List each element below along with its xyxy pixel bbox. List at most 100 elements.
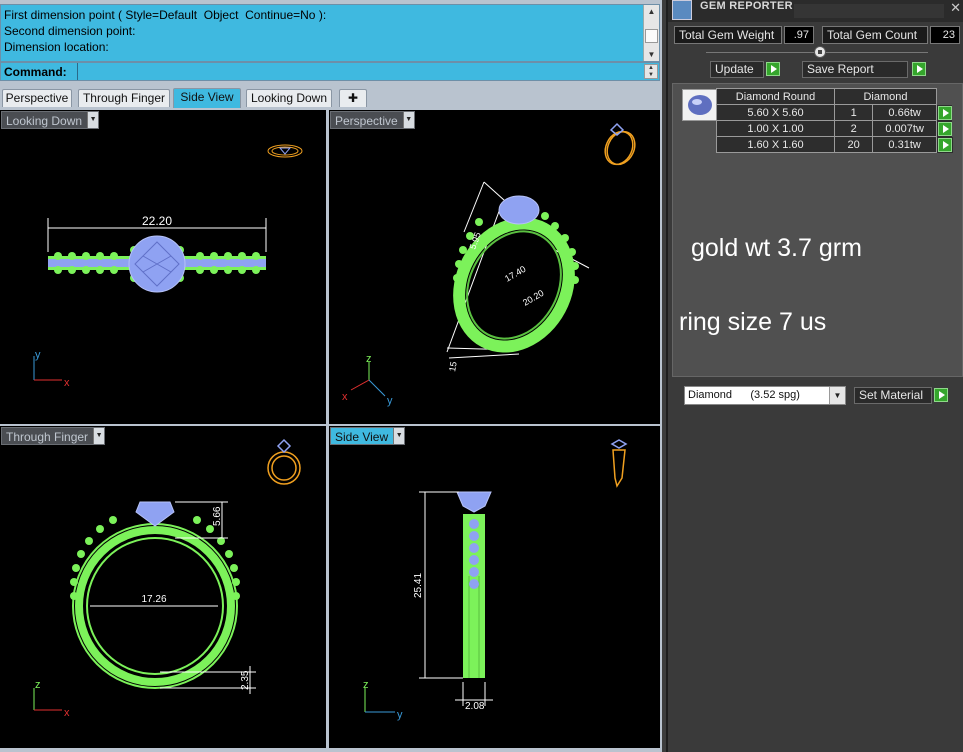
- command-input[interactable]: [77, 63, 643, 80]
- tab-through-finger[interactable]: Through Finger: [78, 89, 170, 107]
- material-select-value: Diamond (3.52 spg): [688, 389, 800, 401]
- axis-icon: [364, 688, 395, 713]
- history-scrollbar[interactable]: ▲ ▼: [643, 5, 659, 61]
- tab-side-view[interactable]: Side View: [173, 88, 241, 108]
- viewport-looking-down[interactable]: 22.20 y x Looking Down ▼: [0, 110, 326, 424]
- tab-looking-down[interactable]: Looking Down: [246, 89, 332, 107]
- center-diamond: [456, 491, 492, 513]
- axis-label-x: x: [342, 391, 348, 403]
- looking-down-drawing: 22.20 y x: [33, 144, 303, 389]
- set-material-button[interactable]: Set Material: [854, 387, 932, 404]
- command-history[interactable]: First dimension point ( Style=Default Ob…: [0, 4, 660, 62]
- side-view-drawing: 25.41 2.08 z y: [363, 439, 628, 721]
- gem-weight-cell: 0.66tw: [872, 104, 937, 121]
- axis-icon: [33, 688, 62, 711]
- axis-icon: [350, 362, 386, 397]
- diamond-thumbnail-icon: [688, 95, 712, 115]
- dimension-label: 22.20: [142, 214, 172, 228]
- save-report-play-icon[interactable]: [912, 62, 926, 76]
- axis-label-x: x: [64, 377, 70, 389]
- ring-preview-icon: [604, 122, 636, 166]
- viewport-perspective[interactable]: 17.40 20.20 5.95 15 z x y Perspective ▼: [329, 110, 660, 424]
- dimension-label: 17.40: [503, 264, 528, 284]
- ring-preview-icon: [610, 439, 628, 488]
- column-header-material: Diamond: [834, 88, 937, 105]
- scroll-thumb[interactable]: [645, 29, 658, 43]
- command-spin-icon[interactable]: ▲ ▼: [644, 64, 658, 79]
- history-line: First dimension point ( Style=Default Ob…: [4, 8, 327, 22]
- viewport-title[interactable]: Perspective ▼: [330, 111, 415, 129]
- viewport-title-label: Perspective: [335, 114, 398, 128]
- table-row[interactable]: 1.00 X 1.00 2 0.007tw: [716, 120, 953, 137]
- total-gem-weight-label: Total Gem Weight: [674, 26, 782, 44]
- dimension-label: 15: [447, 361, 459, 373]
- add-tab-icon[interactable]: ✚: [339, 89, 367, 107]
- row-select-button[interactable]: [936, 120, 953, 137]
- gem-reporter-header: GEM REPORTER ✕: [668, 0, 963, 22]
- update-play-icon[interactable]: [766, 62, 780, 76]
- dropdown-arrow-icon[interactable]: ▼: [402, 112, 414, 128]
- table-row[interactable]: 1.60 X 1.60 20 0.31tw: [716, 136, 953, 153]
- set-material-play-icon[interactable]: [934, 388, 948, 402]
- center-diamond: [498, 195, 540, 225]
- perspective-drawing: 17.40 20.20 5.95 15 z x y: [342, 122, 636, 407]
- viewport-side-view[interactable]: 25.41 2.08 z y Side View ▼: [329, 426, 660, 748]
- chevron-down-icon[interactable]: ▼: [829, 387, 845, 404]
- tab-perspective[interactable]: Perspective: [2, 89, 72, 107]
- command-history-lines: First dimension point ( Style=Default Ob…: [4, 7, 326, 55]
- gem-thumbnail[interactable]: [682, 89, 718, 121]
- gem-weight-cell: 0.31tw: [872, 136, 937, 153]
- viewport-title-label: Through Finger: [6, 430, 89, 444]
- viewport-title[interactable]: Side View ▼: [330, 427, 406, 445]
- gold-weight-note: gold wt 3.7 grm: [691, 234, 862, 262]
- command-prompt-label: Command:: [4, 65, 67, 79]
- viewport-title[interactable]: Through Finger ▼: [1, 427, 106, 445]
- header-bar: [794, 4, 944, 18]
- gem-reporter-logo-icon: [672, 0, 692, 20]
- row-select-button[interactable]: [936, 104, 953, 121]
- gem-reporter-panel: GEM REPORTER ✕ Total Gem Weight .97 Tota…: [666, 0, 963, 752]
- update-button[interactable]: Update: [710, 61, 764, 78]
- row-play-icon[interactable]: [938, 121, 952, 136]
- row-select-button[interactable]: [936, 136, 953, 153]
- gem-count-cell: 2: [833, 120, 874, 137]
- axis-label-z: z: [363, 679, 369, 691]
- dimension-label: 17.26: [141, 594, 166, 605]
- viewport-title-label: Side View: [335, 430, 389, 444]
- gem-table: Diamond Round Diamond 5.60 X 5.60 1 0.66…: [716, 88, 953, 153]
- ring-preview-icon: [267, 438, 301, 485]
- rhino-workspace: First dimension point ( Style=Default Ob…: [0, 0, 662, 752]
- gem-weight-cell: 0.007tw: [872, 120, 937, 137]
- gem-reporter-title: GEM REPORTER: [700, 0, 793, 12]
- gem-list-panel: Diamond Round Diamond 5.60 X 5.60 1 0.66…: [672, 83, 963, 377]
- gem-size-cell: 1.60 X 1.60: [716, 136, 835, 153]
- axis-label-z: z: [366, 353, 372, 365]
- ring-size-note: ring size 7 us: [679, 308, 827, 336]
- dimension-label: 20.20: [521, 288, 546, 308]
- viewport-through-finger[interactable]: 5.66 17.26 2.35 z x Through Finger ▼: [0, 426, 326, 748]
- slider-knob[interactable]: [814, 46, 826, 58]
- viewport-title[interactable]: Looking Down ▼: [1, 111, 100, 129]
- history-line: Dimension location:: [4, 40, 109, 54]
- scroll-down-icon[interactable]: ▼: [644, 48, 659, 61]
- dropdown-arrow-icon[interactable]: ▼: [87, 112, 99, 128]
- row-play-icon[interactable]: [938, 105, 952, 120]
- table-header-row: Diamond Round Diamond: [716, 88, 953, 105]
- axis-label-y: y: [35, 349, 41, 361]
- table-row[interactable]: 5.60 X 5.60 1 0.66tw: [716, 104, 953, 121]
- dropdown-arrow-icon[interactable]: ▼: [393, 428, 405, 444]
- row-play-icon[interactable]: [938, 137, 952, 152]
- material-select[interactable]: Diamond (3.52 spg) ▼: [684, 386, 846, 405]
- gem-count-cell: 1: [833, 104, 874, 121]
- gem-count-cell: 20: [833, 136, 874, 153]
- dropdown-arrow-icon[interactable]: ▼: [93, 428, 105, 444]
- gem-size-cell: 1.00 X 1.00: [716, 120, 835, 137]
- dimension-label: 25.41: [413, 573, 424, 598]
- close-icon[interactable]: ✕: [950, 0, 961, 16]
- axis-label-x: x: [64, 707, 70, 719]
- ring-band: [453, 217, 575, 353]
- scroll-up-icon[interactable]: ▲: [644, 5, 659, 18]
- through-finger-drawing: 5.66 17.26 2.35 z x: [33, 438, 301, 719]
- save-report-button[interactable]: Save Report: [802, 61, 908, 78]
- center-diamond: [135, 501, 175, 527]
